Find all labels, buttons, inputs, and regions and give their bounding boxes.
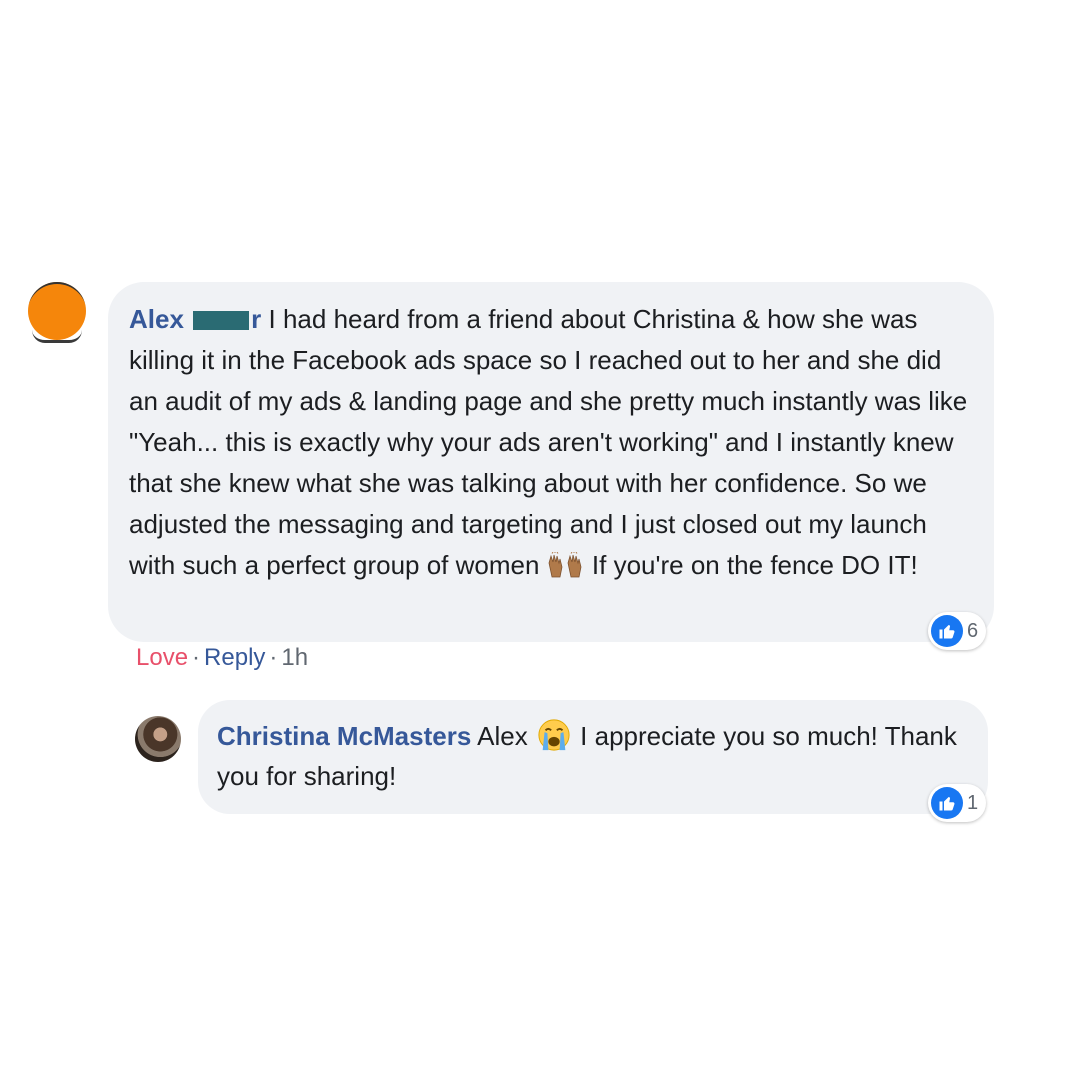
comment-actions: Love · Reply · 1h [136, 644, 308, 672]
crying-face-emoji [538, 719, 570, 751]
like-icon [931, 787, 963, 819]
reaction-count-label: 6 [967, 619, 979, 642]
reply-reaction-count[interactable]: 1 [928, 784, 987, 822]
action-separator: · [192, 644, 201, 671]
comment-author-link[interactable]: Alex r [129, 304, 261, 334]
comment-text-end: If you're on the fence DO IT! [591, 550, 918, 580]
reaction-count-label: 1 [967, 791, 979, 814]
comment-author-name[interactable]: Alex [129, 304, 184, 334]
reply-mention: Alex [477, 721, 528, 751]
redaction-block [193, 311, 250, 330]
reply-author-link[interactable]: Christina McMasters [217, 721, 471, 751]
comment-bubble: Alex r I had heard from a friend about C… [108, 282, 994, 642]
reply-action-button[interactable]: Reply [204, 644, 265, 672]
reply-bubble: Christina McMasters Alex I appreciate yo… [198, 700, 988, 814]
reply-body: Christina McMasters Alex I appreciate yo… [217, 716, 968, 796]
commenter-avatar[interactable] [28, 282, 86, 343]
like-icon [931, 615, 963, 647]
comment-reaction-count[interactable]: 6 [928, 612, 987, 650]
comment-timestamp[interactable]: 1h [281, 644, 308, 672]
comment-body: Alex r I had heard from a friend about C… [129, 299, 974, 586]
love-action-button[interactable]: Love [136, 644, 188, 672]
action-separator: · [269, 644, 278, 671]
comment-author-suffix[interactable]: r [251, 304, 261, 334]
raising-hands-emoji [548, 552, 582, 578]
reply-author-avatar[interactable] [135, 716, 181, 762]
comment-text-main: I had heard from a friend about Christin… [129, 304, 968, 580]
